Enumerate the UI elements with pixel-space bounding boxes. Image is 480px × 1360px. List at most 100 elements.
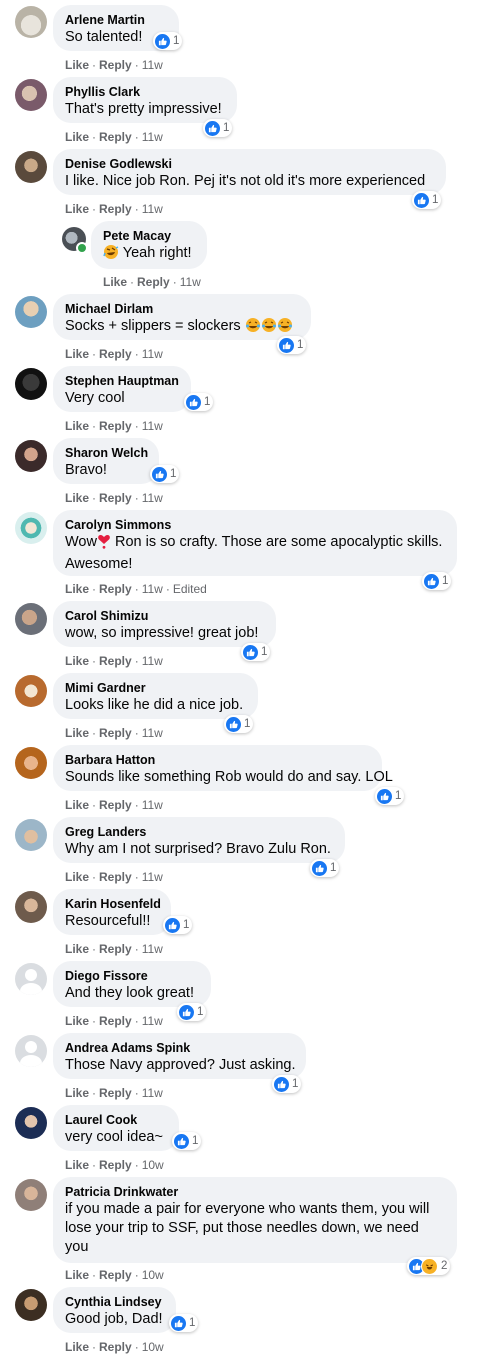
avatar[interactable] [15, 440, 47, 472]
reply-link[interactable]: Reply [99, 654, 132, 668]
reactions-badge[interactable]: 1 [169, 1314, 199, 1332]
like-link[interactable]: Like [65, 798, 89, 812]
avatar[interactable] [15, 151, 47, 183]
avatar[interactable] [15, 963, 47, 995]
reply-link[interactable]: Reply [99, 1158, 132, 1172]
like-link[interactable]: Like [65, 1268, 89, 1282]
comment-author[interactable]: Carol Shimizu [65, 608, 264, 624]
timestamp[interactable]: 11w [142, 130, 163, 144]
reply-link[interactable]: Reply [99, 1340, 132, 1354]
timestamp[interactable]: 10w [142, 1158, 164, 1172]
avatar[interactable] [15, 368, 47, 400]
reply-link[interactable]: Reply [99, 582, 132, 596]
avatar[interactable] [15, 675, 47, 707]
timestamp[interactable]: 11w [142, 726, 163, 740]
like-link[interactable]: Like [65, 582, 89, 596]
reply-link[interactable]: Reply [99, 202, 132, 216]
comment-author[interactable]: Greg Landers [65, 824, 333, 840]
avatar[interactable] [15, 1035, 47, 1067]
like-link[interactable]: Like [65, 58, 89, 72]
timestamp[interactable]: 11w [142, 654, 163, 668]
like-link[interactable]: Like [65, 1086, 89, 1100]
avatar[interactable] [15, 1289, 47, 1321]
comment-author[interactable]: Patricia Drinkwater [65, 1184, 445, 1200]
reply-link[interactable]: Reply [99, 347, 132, 361]
timestamp[interactable]: 10w [142, 1340, 164, 1354]
comment-author[interactable]: Barbara Hatton [65, 752, 370, 768]
like-link[interactable]: Like [65, 870, 89, 884]
avatar[interactable] [15, 6, 47, 38]
reactions-badge[interactable]: 1 [172, 1132, 202, 1150]
like-link[interactable]: Like [103, 275, 127, 289]
avatar[interactable] [15, 1179, 47, 1211]
comment-author[interactable]: Stephen Hauptman [65, 373, 179, 389]
like-link[interactable]: Like [65, 419, 89, 433]
reply-link[interactable]: Reply [99, 942, 132, 956]
like-link[interactable]: Like [65, 202, 89, 216]
timestamp[interactable]: 10w [142, 1268, 164, 1282]
comment-author[interactable]: Cynthia Lindsey [65, 1294, 164, 1310]
reactions-badge[interactable]: 1 [153, 32, 183, 50]
reply-link[interactable]: Reply [99, 726, 132, 740]
comment-author[interactable]: Sharon Welch [65, 445, 148, 461]
reactions-badge[interactable]: 1 [184, 393, 214, 411]
like-link[interactable]: Like [65, 654, 89, 668]
avatar[interactable] [15, 1107, 47, 1139]
avatar[interactable] [15, 819, 47, 851]
avatar[interactable] [15, 891, 47, 923]
timestamp[interactable]: 11w [142, 1014, 163, 1028]
avatar[interactable] [15, 296, 47, 328]
reactions-badge[interactable]: 1 [422, 572, 452, 590]
timestamp[interactable]: 11w [142, 582, 163, 596]
reply-link[interactable]: Reply [99, 1086, 132, 1100]
reactions-badge[interactable]: 2 [407, 1257, 451, 1275]
timestamp[interactable]: 11w [142, 58, 163, 72]
like-link[interactable]: Like [65, 1340, 89, 1354]
timestamp[interactable]: 11w [142, 419, 163, 433]
reactions-badge[interactable]: 1 [203, 119, 233, 137]
avatar[interactable] [15, 79, 47, 111]
reply-link[interactable]: Reply [99, 419, 132, 433]
timestamp[interactable]: 11w [142, 491, 163, 505]
timestamp[interactable]: 11w [142, 942, 163, 956]
reply-link[interactable]: Reply [99, 870, 132, 884]
avatar[interactable] [15, 747, 47, 779]
comment-author[interactable]: Michael Dirlam [65, 301, 299, 317]
reactions-badge[interactable]: 1 [277, 336, 307, 354]
reactions-badge[interactable]: 1 [241, 643, 271, 661]
reactions-badge[interactable]: 1 [177, 1003, 207, 1021]
like-link[interactable]: Like [65, 130, 89, 144]
comment-author[interactable]: Andrea Adams Spink [65, 1040, 294, 1056]
comment-author[interactable]: Laurel Cook [65, 1112, 167, 1128]
comment-author[interactable]: Mimi Gardner [65, 680, 246, 696]
avatar[interactable] [15, 603, 47, 635]
timestamp[interactable]: 11w [142, 870, 163, 884]
timestamp[interactable]: 11w [142, 202, 163, 216]
comment-author[interactable]: Carolyn Simmons [65, 517, 445, 533]
comment-author[interactable]: Karin Hosenfeld [65, 896, 161, 912]
comment-author[interactable]: Pete Macay [103, 228, 195, 244]
reactions-badge[interactable]: 1 [224, 715, 254, 733]
reactions-badge[interactable]: 1 [272, 1075, 302, 1093]
timestamp[interactable]: 11w [142, 798, 163, 812]
timestamp[interactable]: 11w [142, 347, 163, 361]
timestamp[interactable]: 11w [180, 275, 201, 289]
comment-author[interactable]: Diego Fissore [65, 968, 199, 984]
reactions-badge[interactable]: 1 [310, 859, 340, 877]
reactions-badge[interactable]: 1 [150, 465, 180, 483]
like-link[interactable]: Like [65, 491, 89, 505]
reply-link[interactable]: Reply [99, 1268, 132, 1282]
timestamp[interactable]: 11w [142, 1086, 163, 1100]
comment-author[interactable]: Phyllis Clark [65, 84, 225, 100]
like-link[interactable]: Like [65, 1158, 89, 1172]
reply-link[interactable]: Reply [99, 491, 132, 505]
like-link[interactable]: Like [65, 942, 89, 956]
reactions-badge[interactable]: 1 [163, 916, 193, 934]
reply-link[interactable]: Reply [99, 798, 132, 812]
reply-link[interactable]: Reply [99, 1014, 132, 1028]
like-link[interactable]: Like [65, 1014, 89, 1028]
reply-link[interactable]: Reply [99, 58, 132, 72]
reactions-badge[interactable]: 1 [375, 787, 405, 805]
like-link[interactable]: Like [65, 347, 89, 361]
reply-link[interactable]: Reply [99, 130, 132, 144]
